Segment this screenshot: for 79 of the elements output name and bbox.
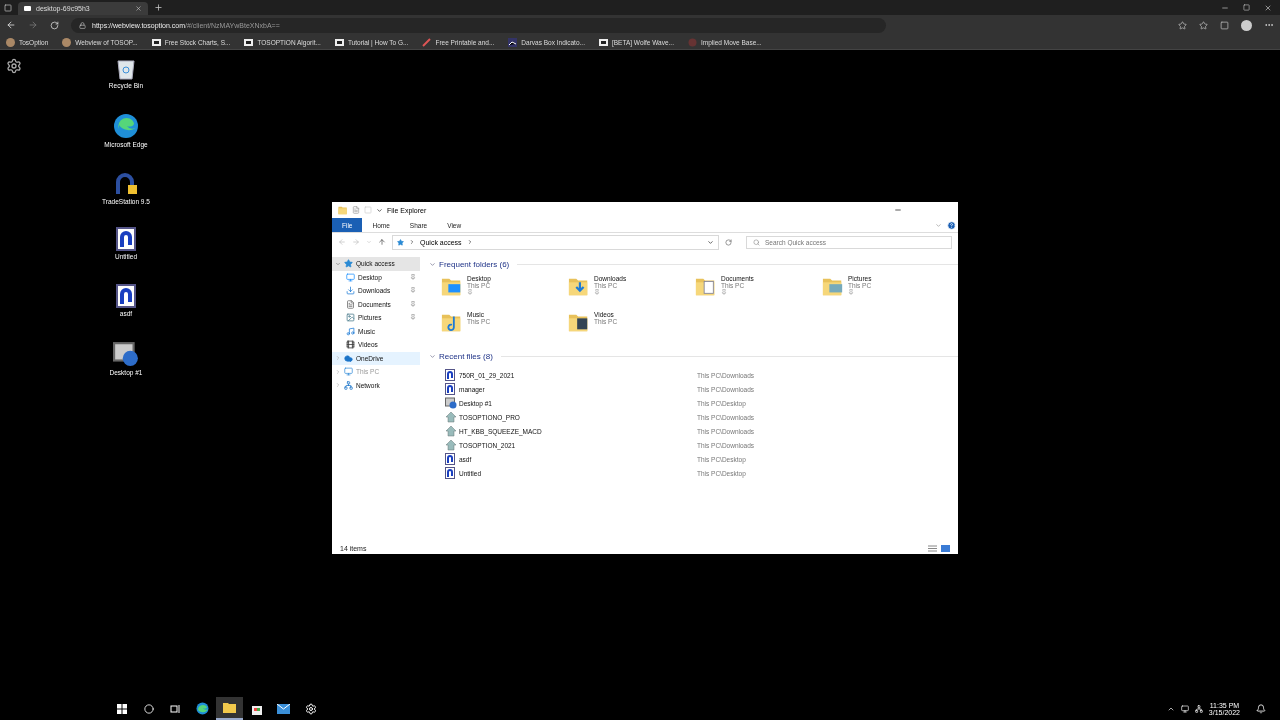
close-icon[interactable] [1264,3,1272,12]
pin-icon [467,289,473,295]
customize-icon[interactable] [376,206,383,214]
back-icon[interactable] [6,20,16,30]
lock-icon [79,21,86,29]
large-icons-view-icon[interactable] [941,544,950,552]
tab-actions-icon[interactable] [4,3,12,12]
search-icon[interactable] [143,703,154,714]
dropdown-icon[interactable] [707,238,714,246]
logo-icon [334,38,344,46]
logo-icon [244,38,254,46]
star-icon [344,259,353,269]
folder-icon [338,205,348,215]
cloud-icon [344,353,353,363]
logo-icon [151,38,161,46]
arch-icon [113,170,139,196]
notifications-icon[interactable] [1256,703,1266,714]
desktop-shortcut-icon [445,397,457,409]
avatar-icon [6,37,15,47]
maximize-icon[interactable] [1243,4,1250,11]
network-icon[interactable] [1194,704,1203,713]
tradestation-file-icon [445,369,455,381]
pin-icon [410,300,416,307]
chart-icon [508,37,518,47]
image-icon [346,313,355,323]
tradestation-file-icon [445,383,455,395]
settings-icon[interactable] [6,58,22,74]
collapse-icon[interactable] [429,260,436,268]
house-file-icon [445,425,457,437]
remote-desktop-icon [24,6,31,11]
collapse-icon[interactable] [429,352,436,360]
house-file-icon [445,411,457,423]
section-heading: Frequent folders (6) [439,259,510,269]
task-view-icon[interactable] [170,703,181,714]
tradestation-file-icon [445,467,455,479]
avatar-icon [62,37,72,47]
collections-icon[interactable] [1220,20,1229,30]
browser-icon [113,113,139,139]
pin-icon [410,287,416,294]
properties-icon[interactable] [352,206,360,214]
monitor-icon [346,272,355,282]
house-file-icon [445,439,457,451]
logo-icon [598,38,608,46]
film-icon [346,340,355,350]
desktop-shortcut-icon [113,341,139,367]
chevron-icon [409,239,415,245]
network-icon [344,380,353,390]
folder-icon[interactable] [223,702,236,713]
windows-start-icon[interactable] [116,703,127,714]
section-heading: Recent files (8) [439,351,493,361]
new-tab-icon[interactable] [154,3,163,12]
browser-icon[interactable] [196,702,209,715]
display-icon[interactable] [1180,704,1189,713]
download-icon [346,286,355,296]
favorite-icon[interactable] [1178,20,1187,30]
document-icon [116,284,136,308]
favorites-icon[interactable] [1199,20,1208,30]
pin-icon [848,289,854,295]
pin-icon [721,289,727,295]
document-icon [116,227,136,251]
close-tab-icon[interactable] [135,5,142,12]
pin-icon [594,289,600,295]
circle-icon [687,37,697,47]
chevron-icon [466,239,473,245]
minimize-icon[interactable] [894,206,902,214]
profile-icon[interactable] [1241,19,1252,31]
pin-icon [410,273,416,280]
star-icon [397,238,404,246]
help-icon[interactable] [947,220,956,230]
pin-icon [410,314,416,321]
music-icon [346,326,355,336]
mail-icon[interactable] [277,703,290,714]
computer-icon [344,367,353,377]
document-icon [346,299,355,309]
details-view-icon[interactable] [928,544,937,552]
pen-icon [422,37,432,47]
forward-icon[interactable] [28,20,38,30]
up-icon[interactable] [378,238,386,246]
tradestation-file-icon [445,453,455,465]
